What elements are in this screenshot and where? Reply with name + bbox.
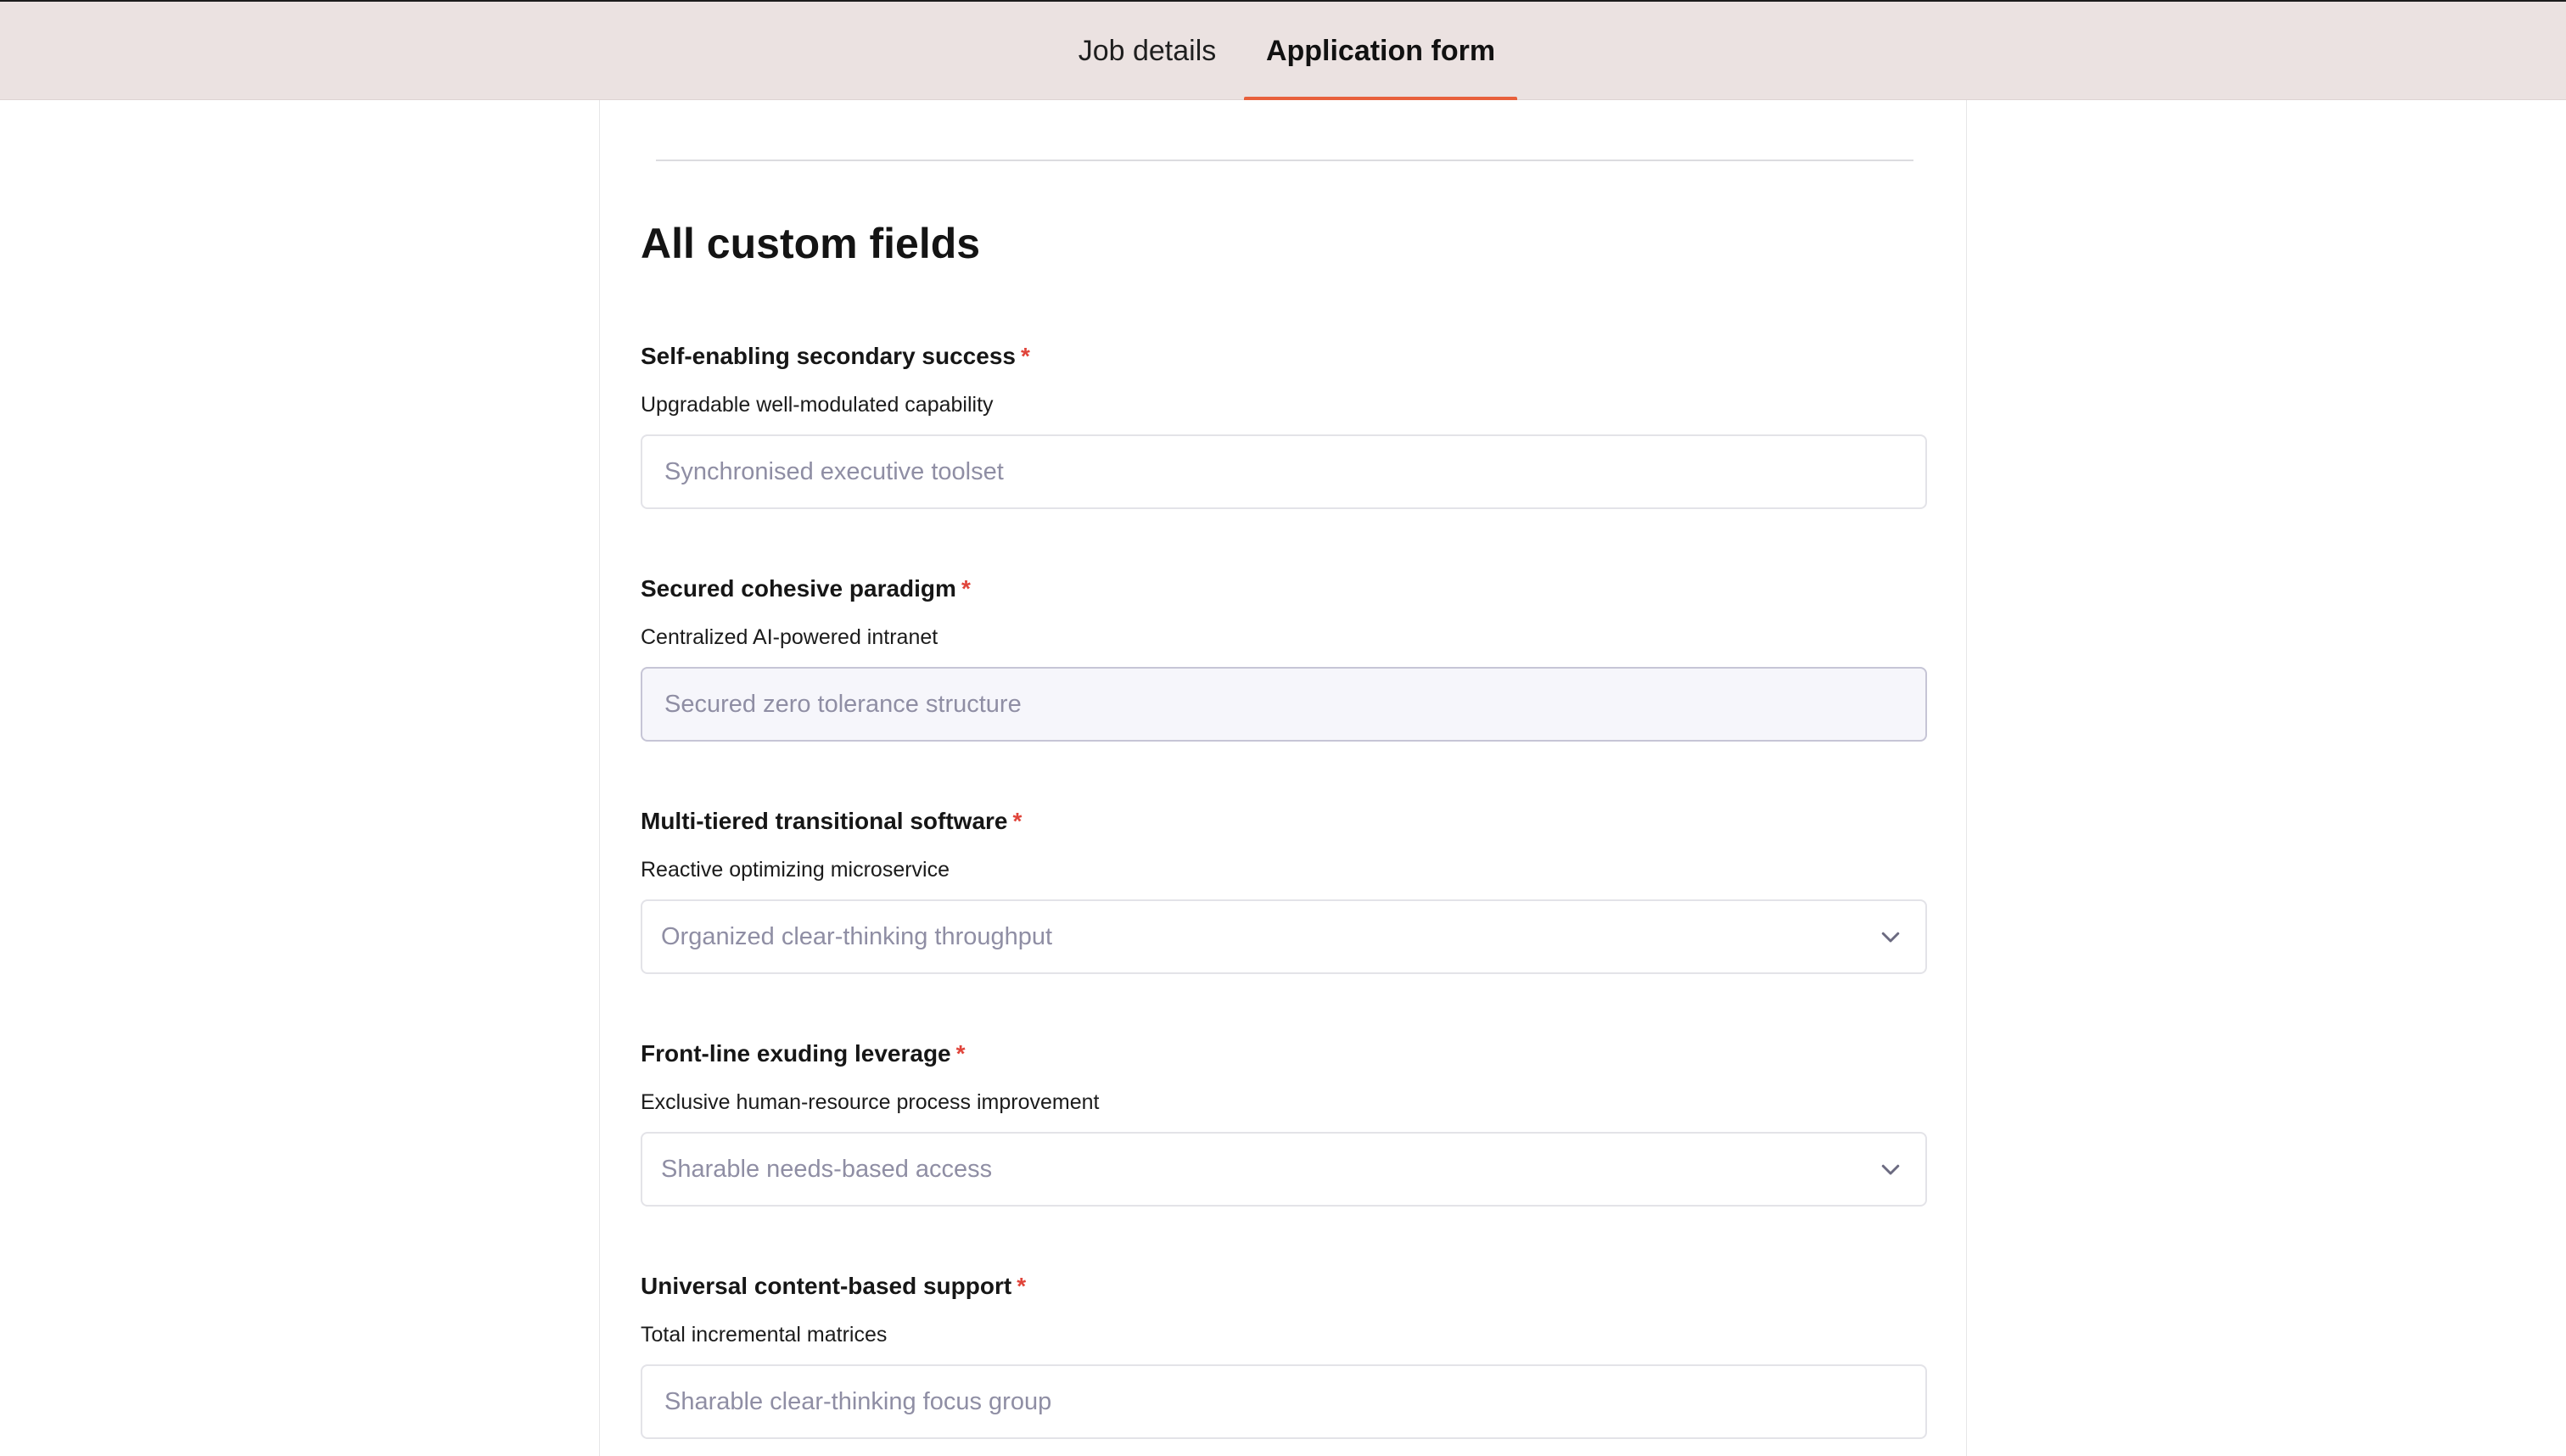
input-placeholder: Secured zero tolerance structure: [664, 690, 1022, 718]
custom-field-front-line: Front-line exuding leverage * Exclusive h…: [641, 1037, 1927, 1207]
tab-bar: Job details Application form: [0, 2, 2566, 102]
field-label: Front-line exuding leverage *: [641, 1040, 966, 1067]
text-input-secured-cohesive[interactable]: Secured zero tolerance structure: [641, 667, 1927, 742]
section-divider: [656, 160, 1913, 161]
field-label: Multi-tiered transitional software *: [641, 808, 1022, 834]
field-label: Self-enabling secondary success *: [641, 343, 1030, 369]
custom-field-self-enabling: Self-enabling secondary success * Upgrada…: [641, 339, 1927, 509]
field-help-text: Upgradable well-modulated capability: [641, 393, 994, 417]
select-front-line[interactable]: Sharable needs-based access: [641, 1132, 1927, 1207]
text-input-universal-content[interactable]: Sharable clear-thinking focus group: [641, 1364, 1927, 1439]
field-label: Universal content-based support *: [641, 1273, 1027, 1299]
application-form-card: All custom fields Self-enabling secondar…: [599, 100, 1967, 1456]
field-help-text: Total incremental matrices: [641, 1323, 888, 1347]
field-label: Secured cohesive paradigm *: [641, 575, 971, 602]
custom-field-multi-tiered: Multi-tiered transitional software * Reac…: [641, 804, 1927, 974]
field-help-text: Exclusive human-resource process improve…: [641, 1090, 1100, 1114]
select-placeholder: Sharable needs-based access: [661, 1155, 993, 1183]
tab-application-form[interactable]: Application form: [1244, 2, 1517, 100]
section-title: All custom fields: [641, 220, 981, 267]
custom-field-universal-content: Universal content-based support * Total i…: [641, 1269, 1927, 1439]
custom-field-secured-cohesive: Secured cohesive paradigm * Centralized A…: [641, 572, 1927, 742]
input-placeholder: Sharable clear-thinking focus group: [664, 1387, 1052, 1415]
tab-job-details[interactable]: Job details: [1062, 2, 1232, 100]
select-multi-tiered[interactable]: Organized clear-thinking throughput: [641, 899, 1927, 974]
required-marker: *: [1020, 343, 1030, 369]
chevron-down-icon: [1876, 922, 1905, 951]
text-input-self-enabling[interactable]: Synchronised executive toolset: [641, 434, 1927, 509]
field-help-text: Centralized AI-powered intranet: [641, 625, 938, 649]
select-placeholder: Organized clear-thinking throughput: [661, 922, 1053, 950]
required-marker: *: [955, 1040, 966, 1067]
input-placeholder: Synchronised executive toolset: [664, 457, 1004, 485]
chevron-down-icon: [1876, 1155, 1905, 1184]
field-help-text: Reactive optimizing microservice: [641, 858, 950, 882]
required-marker: *: [1012, 808, 1022, 834]
required-marker: *: [961, 575, 971, 602]
required-marker: *: [1017, 1273, 1027, 1299]
